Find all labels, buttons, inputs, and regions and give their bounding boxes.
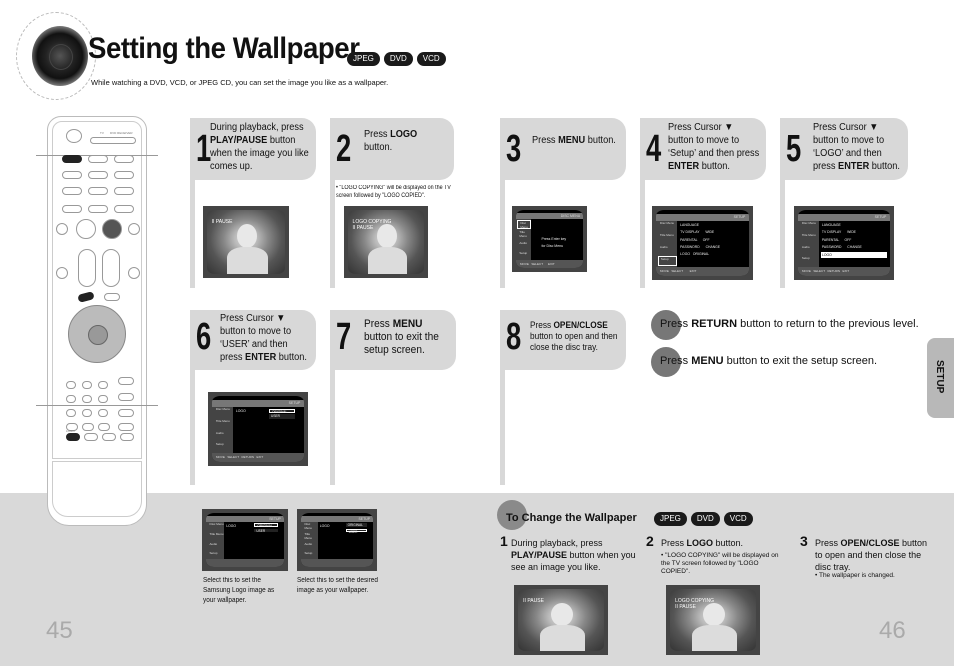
step-text: Press LOGO button. [364,129,418,153]
bottom-section [0,493,954,666]
page-subtitle: While watching a DVD, VCD, or JPEG CD, y… [91,78,389,87]
step-text: Press MENU button to exit the setup scre… [364,318,439,356]
step-number: 7 [336,316,352,358]
remote-label: TV [100,131,104,135]
page-number-left: 45 [46,617,73,644]
tv-screen-baby-pause: II PAUSE [514,585,608,655]
change-step-2-text: Press LOGO button. [661,538,744,548]
step-7: 7 Press MENU button to exit the setup sc… [330,310,460,485]
tuning-rocker [78,249,96,287]
step-number: 4 [646,128,662,170]
step-number: 1 [196,128,212,170]
info-menu: Press MENU button to exit the setup scre… [660,355,878,367]
step-6: 6 Press Cursor ▼ button to move to ‘USER… [190,310,320,485]
change-format-badges: JPEG DVD VCD [654,512,753,526]
step-note: • "LOGO COPYING" will be displayed on th… [336,185,451,199]
step-text: Press Cursor ▼ button to move to ‘Setup’… [668,122,760,172]
play-pause-button-icon [102,219,122,239]
page-number-right: 46 [879,617,906,644]
setup-section-tab: SETUP [927,338,954,418]
badge-vcd: VCD [723,512,753,526]
change-wallpaper-title: To Change the Wallpaper [506,512,637,524]
tv-screen-disc-menu: DISC MENU Disc Menu Title Menu Audio Set… [512,206,587,272]
step-8: 8 Press OPEN/CLOSE button to open and th… [500,310,630,485]
change-step-number: 2 [646,533,654,549]
tv-screen-logo-copying: LOGO COPYING II PAUSE [344,206,428,278]
badge-dvd: DVD [690,512,720,526]
remote-label-logo: LOGO [66,429,75,433]
tv-screen-pause: II PAUSE [203,206,289,278]
tv-screen-setup-menu: SETUP Disc Menu Title Menu Audio Setup L… [652,206,753,280]
step-4: 4 Press Cursor ▼ button to move to ‘Setu… [640,118,770,288]
remote-label: DVD RECEIVER [110,131,133,135]
tv-screen-logo-options: SETUP Disc Menu Title Menu Audio Setup L… [208,392,308,466]
step-text: Press Cursor ▼ button to move to ‘USER’ … [220,313,307,363]
step-number: 8 [506,316,522,358]
step-number: 3 [506,128,522,170]
step-text: Press Cursor ▼ button to move to ‘LOGO’ … [813,122,900,172]
remote-control-illustration: TV DVD RECEIVER LOGO [36,116,158,526]
step-number: 5 [786,128,802,170]
badge-jpeg: JPEG [654,512,687,526]
step-number: 6 [196,316,212,358]
badge-jpeg: JPEG [347,52,380,66]
step-5: 5 Press Cursor ▼ button to move to ‘LOGO… [780,118,910,288]
change-step-number: 3 [800,533,808,549]
power-button-icon [66,129,82,143]
format-badges: JPEG DVD VCD [347,52,446,66]
change-step-1-text: During playback, press PLAY/PAUSE button… [511,538,636,572]
info-return: Press RETURN button to return to the pre… [660,318,919,330]
page-title: Setting the Wallpaper [88,32,360,65]
tv-screen-user-option: SETUP Disc Menu Title Menu Audio Setup L… [297,509,377,571]
step-3: 3 Press MENU button. DISC MENU Disc Menu… [500,118,630,288]
change-step-number: 1 [500,533,508,549]
change-step-3-note: • The wallpaper is changed. [815,572,895,579]
tv-screen-baby-logo-copying: LOGO COPYING II PAUSE [666,585,760,655]
change-step-3-text: Press OPEN/CLOSE button to open and then… [815,538,928,572]
dpad-icon [68,305,126,363]
volume-rocker [102,249,120,287]
tv-screen-setup-logo: SETUP Disc Menu Title Menu Audio Setup L… [794,206,894,280]
step-text: Press MENU button. [532,135,616,146]
step-1: 1 During playback, press PLAY/PAUSE butt… [190,118,320,288]
step-text: Press OPEN/CLOSE button to open and then… [530,320,618,352]
step-text: During playback, press PLAY/PAUSE button… [210,122,309,172]
badge-vcd: VCD [416,52,446,66]
change-step-2-note: • "LOGO COPYING" will be displayed on th… [661,552,779,575]
logo-button-icon [66,433,80,441]
step-number: 2 [336,128,352,170]
badge-dvd: DVD [383,52,413,66]
caption-original: Select this to set the Samsung Logo imag… [203,577,275,604]
step-2: 2 Press LOGO button. • "LOGO COPYING" wi… [330,118,485,288]
speaker-logo-icon [14,4,96,104]
caption-user: Select this to set the desired image as … [297,577,378,594]
stop-button-icon [76,219,96,239]
tv-screen-original-option: SETUP Disc Menu Title Menu Audio Setup L… [202,509,288,571]
